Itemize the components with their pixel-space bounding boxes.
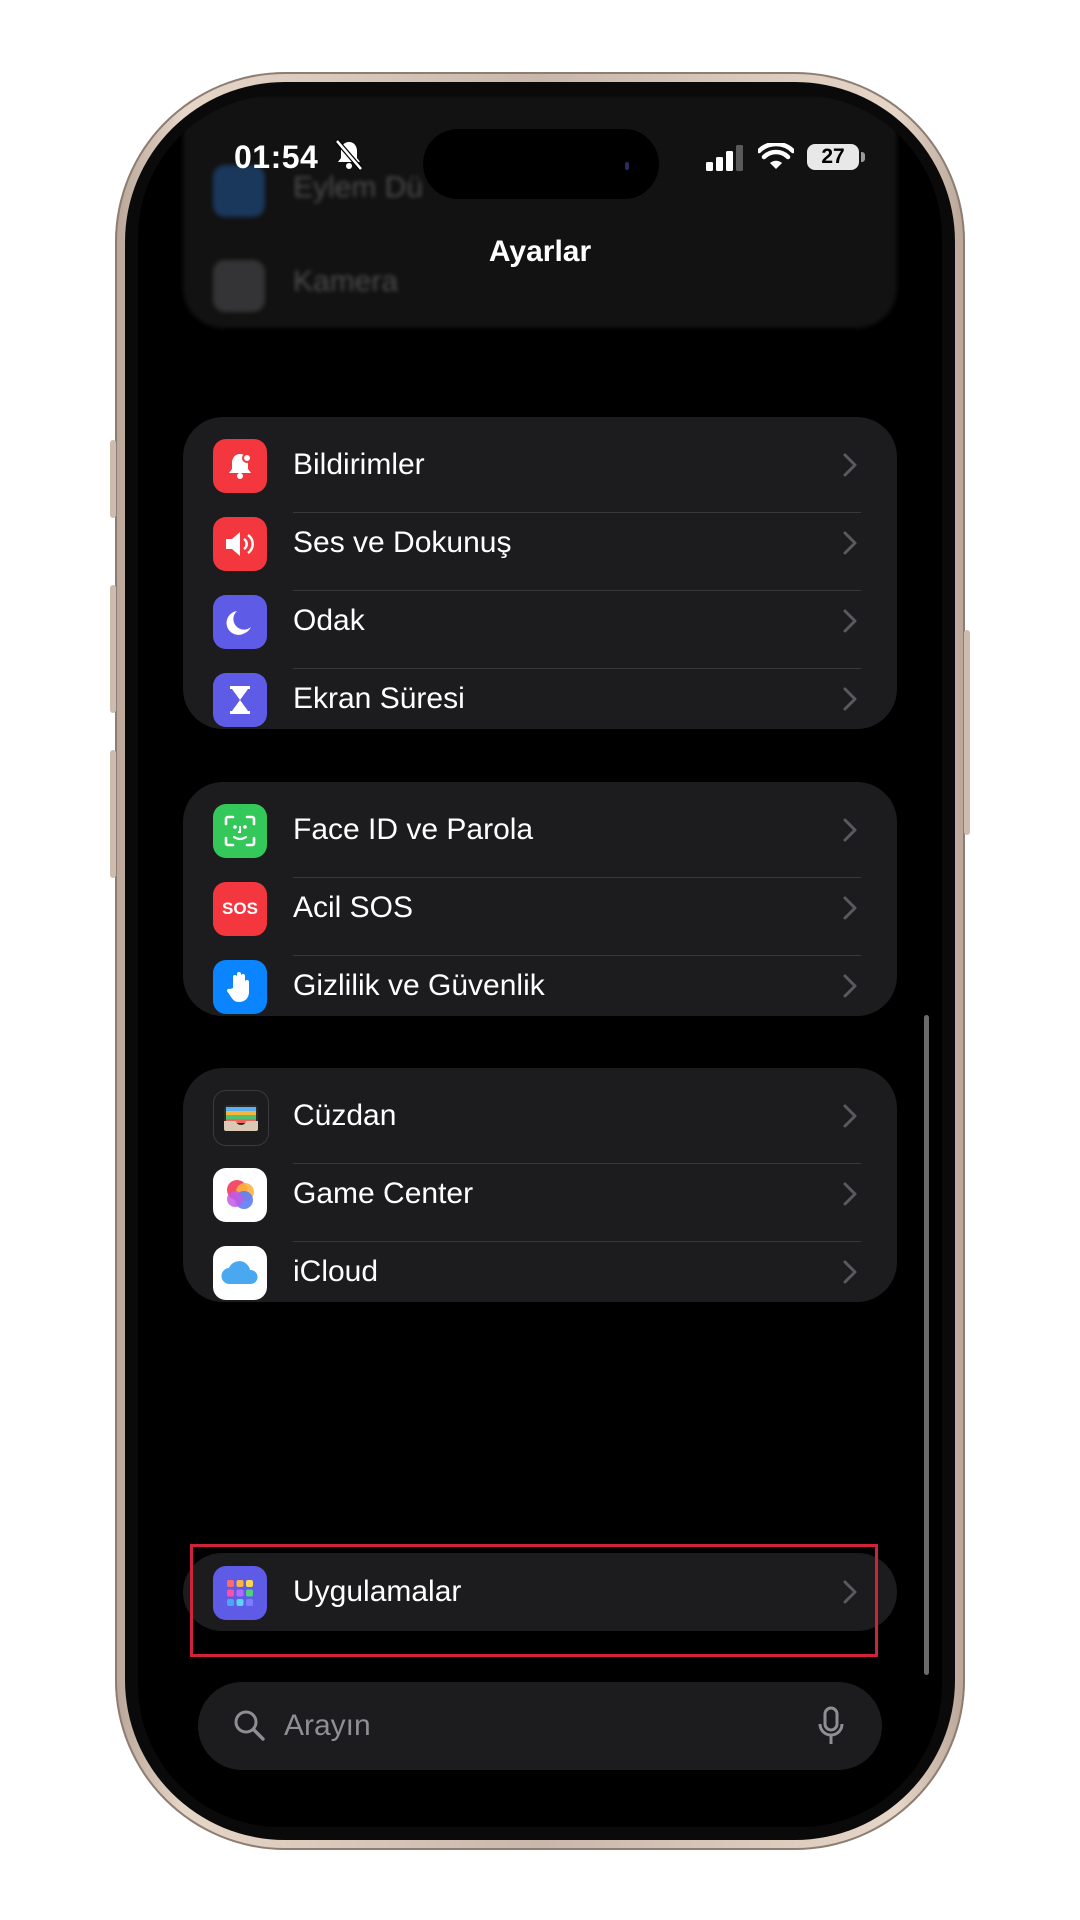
microphone-icon[interactable]: [818, 1706, 844, 1746]
settings-row-icloud[interactable]: iCloud: [183, 1224, 897, 1302]
icloud-icon: [213, 1246, 267, 1300]
settings-row-screen-time[interactable]: Ekran Süresi: [183, 651, 897, 729]
settings-group-notifications: Bildirimler Ses ve Dokunuş Odak Ekran Sü…: [183, 417, 897, 729]
settings-row-label: Gizlilik ve Güvenlik: [293, 969, 545, 1002]
scroll-indicator[interactable]: [924, 1015, 929, 1675]
highlight-box: [190, 1544, 878, 1657]
chevron-right-icon: [843, 1182, 857, 1206]
blurred-item-label: Kamera: [293, 265, 399, 298]
chevron-right-icon: [843, 1260, 857, 1284]
settings-group-services: Cüzdan Game Center iCloud: [183, 1068, 897, 1302]
blurred-item-label: Eylem Dü: [293, 171, 424, 204]
dynamic-island: [423, 129, 659, 199]
chevron-right-icon: [843, 531, 857, 555]
screen: Eylem Dü Kamera 01:54 27 Ayarlar Bildiri…: [138, 95, 942, 1827]
volume-down-button: [110, 750, 116, 878]
search-icon: [234, 1710, 265, 1741]
page-title: Ayarlar: [488, 235, 592, 268]
volume-up-button: [110, 585, 116, 713]
chevron-right-icon: [843, 453, 857, 477]
settings-group-security: Face ID ve Parola SOS Acil SOS Gizlilik …: [183, 782, 897, 1016]
wifi-icon: [758, 143, 794, 169]
power-button: [964, 630, 970, 835]
settings-row-privacy[interactable]: Gizlilik ve Güvenlik: [183, 938, 897, 1016]
moon-icon: [213, 595, 267, 649]
hand-icon: [213, 960, 267, 1014]
settings-row-label: Ekran Süresi: [293, 682, 465, 715]
hourglass-icon: [213, 673, 267, 727]
chevron-right-icon: [843, 818, 857, 842]
sos-icon-text: SOS: [222, 899, 258, 918]
silent-bell-icon: [335, 139, 363, 171]
face-id-icon: [213, 804, 267, 858]
search-placeholder: Arayın: [284, 1709, 371, 1742]
chevron-right-icon: [843, 687, 857, 711]
chevron-right-icon: [843, 609, 857, 633]
status-time: 01:54: [234, 139, 319, 175]
speaker-icon: [213, 517, 267, 571]
bell-icon: [213, 439, 267, 493]
cellular-signal-icon: [706, 145, 743, 171]
action-button: [110, 440, 116, 518]
chevron-right-icon: [843, 974, 857, 998]
wallet-icon: [213, 1090, 269, 1146]
battery-icon: 27: [807, 144, 859, 170]
game-center-icon: [213, 1168, 267, 1222]
chevron-right-icon: [843, 1104, 857, 1128]
settings-row-label: iCloud: [293, 1255, 379, 1288]
sos-icon: SOS: [213, 882, 267, 936]
chevron-right-icon: [843, 896, 857, 920]
search-field[interactable]: Arayın: [198, 1682, 882, 1770]
battery-tip: [861, 152, 865, 162]
